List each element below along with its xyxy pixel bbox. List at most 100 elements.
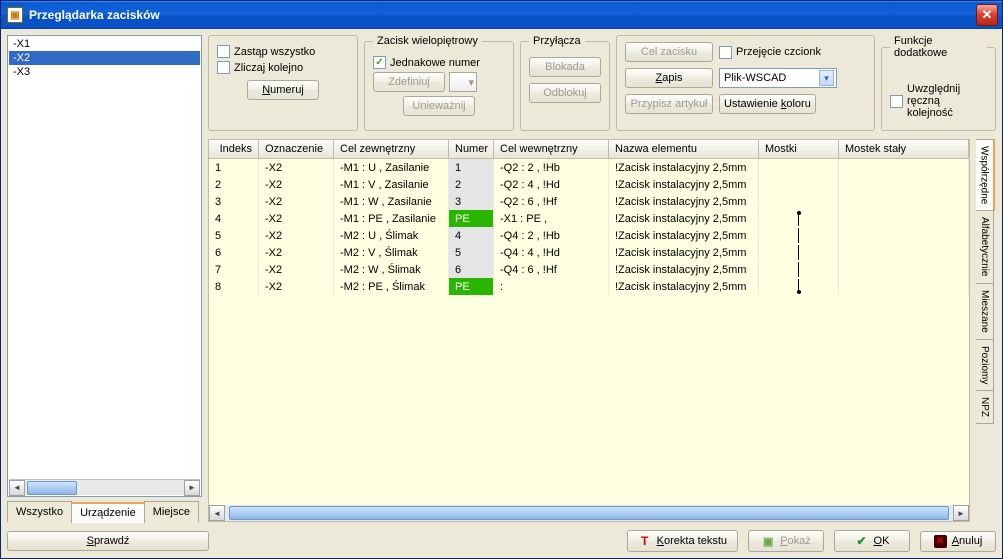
cell: !Zacisk instalacyjny 2,5mm xyxy=(609,193,759,210)
cell: -M2 : W , Ślimak xyxy=(334,261,449,278)
font-inherit-label: Przejęcie czcionk xyxy=(736,46,821,58)
cell xyxy=(839,159,969,176)
side-tab-0[interactable]: Współrzędne xyxy=(976,139,995,211)
table-row[interactable]: 3-X2-M1 : W , Zasilanie3-Q2 : 6 , !Hf!Za… xyxy=(209,193,969,210)
cancel-button[interactable]: ✕ Anuluj xyxy=(920,531,996,552)
column-header[interactable]: Mostek stały xyxy=(839,140,969,159)
file-format-select[interactable]: Plik-WSCAD ▾ xyxy=(719,68,837,88)
column-header[interactable]: Cel wewnętrzny xyxy=(494,140,609,159)
replace-all-label: Zastąp wszystko xyxy=(234,46,315,58)
same-numbers-checkbox[interactable]: ✓Jednakowe numer xyxy=(373,56,505,69)
show-button[interactable]: ▣ Pokaż xyxy=(748,530,824,552)
column-header[interactable]: Mostki xyxy=(759,140,839,159)
cell: -Q4 : 4 , !Hd xyxy=(494,244,609,261)
cell: 6 xyxy=(449,261,494,278)
color-settings-button[interactable]: Ustawienie koloru xyxy=(719,94,816,114)
cell: 3 xyxy=(449,193,494,210)
column-header[interactable]: Nazwa elementu xyxy=(609,140,759,159)
table-row[interactable]: 2-X2-M1 : V , Zasilanie2-Q2 : 4 , !Hd!Za… xyxy=(209,176,969,193)
table-row[interactable]: 6-X2-M2 : V , Ślimak5-Q4 : 4 , !Hd!Zacis… xyxy=(209,244,969,261)
cell xyxy=(839,244,969,261)
cell: -M1 : U , Zasilanie xyxy=(334,159,449,176)
side-tab-3[interactable]: Poziomy xyxy=(976,339,994,391)
cell: 7 xyxy=(209,261,259,278)
text-correction-button[interactable]: T Korekta tekstu xyxy=(627,530,738,552)
column-header[interactable]: Cel zewnętrzny xyxy=(334,140,449,159)
side-tab-2[interactable]: Mieszane xyxy=(976,283,994,340)
column-header[interactable]: Indeks xyxy=(209,140,259,159)
scroll-left-icon[interactable]: ◄ xyxy=(209,505,225,521)
jumper-cell xyxy=(759,278,839,295)
cell: 1 xyxy=(449,159,494,176)
table-row[interactable]: 7-X2-M2 : W , Ślimak6-Q4 : 6 , !Hf!Zacis… xyxy=(209,261,969,278)
text-icon: T xyxy=(638,534,652,548)
cell: -Q4 : 2 , !Hb xyxy=(494,227,609,244)
cell: -X1 : PE , xyxy=(494,210,609,227)
cell: -M1 : W , Zasilanie xyxy=(334,193,449,210)
block-button[interactable]: Blokada xyxy=(529,57,601,77)
connections-legend: Przyłącza xyxy=(529,35,585,47)
table-row[interactable]: 4-X2-M1 : PE , ZasilaniePE-X1 : PE ,!Zac… xyxy=(209,210,969,227)
font-inherit-checkbox[interactable]: Przejęcie czcionk xyxy=(719,46,821,59)
terminal-list[interactable]: -X1-X2-X3 ◄ ► xyxy=(7,35,202,497)
replace-all-checkbox[interactable]: Zastąp wszystko xyxy=(217,45,349,58)
manual-order-checkbox[interactable]: Uwzględnij ręczną kolejność xyxy=(890,83,987,119)
cell: -M2 : PE , Ślimak xyxy=(334,278,449,295)
cell: -M2 : U , Ślimak xyxy=(334,227,449,244)
assign-article-button[interactable]: Przypisz artykuł xyxy=(625,94,713,114)
extra-functions-legend: Funkcje dodatkowe xyxy=(890,35,987,59)
scroll-left-icon[interactable]: ◄ xyxy=(9,480,25,496)
table-row[interactable]: 1-X2-M1 : U , Zasilanie1-Q2 : 2 , !Hb!Za… xyxy=(209,159,969,176)
cell: -X2 xyxy=(259,261,334,278)
extra-functions-group: Funkcje dodatkowe Uwzględnij ręczną kole… xyxy=(881,35,996,131)
cell: -Q4 : 6 , !Hf xyxy=(494,261,609,278)
column-header[interactable]: Numer xyxy=(449,140,494,159)
jumper-cell xyxy=(759,227,839,244)
terminal-table[interactable]: IndeksOznaczenieCel zewnętrznyNumerCel w… xyxy=(208,139,970,522)
unblock-button[interactable]: Odblokuj xyxy=(529,83,601,103)
connections-group: Przyłącza Blokada Odblokuj xyxy=(520,35,610,131)
cell: 4 xyxy=(449,227,494,244)
cell: 5 xyxy=(449,244,494,261)
list-item[interactable]: -X1 xyxy=(9,37,200,51)
cell: !Zacisk instalacyjny 2,5mm xyxy=(609,159,759,176)
cell xyxy=(839,227,969,244)
tab-urządzenie[interactable]: Urządzenie xyxy=(71,502,145,523)
close-button[interactable]: ✕ xyxy=(976,4,998,26)
table-horizontal-scrollbar[interactable]: ◄ ► xyxy=(209,505,969,521)
scroll-right-icon[interactable]: ► xyxy=(953,505,969,521)
invalidate-button[interactable]: Unieważnij xyxy=(403,96,475,116)
cell: -X2 xyxy=(259,210,334,227)
terminal-goal-button[interactable]: Cel zacisku xyxy=(625,42,713,62)
scroll-thumb[interactable] xyxy=(27,481,77,495)
main-options-group: Cel zacisku Przejęcie czcionk Zapis Plik… xyxy=(616,35,875,131)
cell xyxy=(839,261,969,278)
scroll-right-icon[interactable]: ► xyxy=(184,480,200,496)
jumper-cell xyxy=(759,244,839,261)
jumper-cell xyxy=(759,210,839,227)
column-header[interactable]: Oznaczenie xyxy=(259,140,334,159)
cell: !Zacisk instalacyjny 2,5mm xyxy=(609,244,759,261)
ok-button[interactable]: ✔ OK xyxy=(834,530,910,552)
level-dropdown[interactable]: ▾ xyxy=(449,72,477,92)
scroll-thumb[interactable] xyxy=(229,506,949,520)
cell: -M2 : V , Ślimak xyxy=(334,244,449,261)
save-button[interactable]: Zapis xyxy=(625,68,713,88)
count-next-checkbox[interactable]: Zliczaj kolejno xyxy=(217,61,349,74)
tab-wszystko[interactable]: Wszystko xyxy=(7,501,72,522)
check-button[interactable]: Sprawdź xyxy=(7,531,209,551)
tab-miejsce[interactable]: Miejsce xyxy=(144,501,199,522)
cell: -M1 : PE , Zasilanie xyxy=(334,210,449,227)
cell: !Zacisk instalacyjny 2,5mm xyxy=(609,261,759,278)
cell: 2 xyxy=(209,176,259,193)
side-tab-4[interactable]: NPZ xyxy=(976,390,994,424)
list-item[interactable]: -X2 xyxy=(9,51,200,65)
table-row[interactable]: 8-X2-M2 : PE , ŚlimakPE:!Zacisk instalac… xyxy=(209,278,969,295)
side-tab-1[interactable]: Alfabetycznie xyxy=(976,210,994,283)
number-button[interactable]: Numeruj xyxy=(247,80,319,100)
list-horizontal-scrollbar[interactable]: ◄ ► xyxy=(9,479,200,495)
same-numbers-label: Jednakowe numer xyxy=(390,57,480,69)
define-button[interactable]: Zdefiniuj xyxy=(373,72,445,92)
list-item[interactable]: -X3 xyxy=(9,65,200,79)
table-row[interactable]: 5-X2-M2 : U , Ślimak4-Q4 : 2 , !Hb!Zacis… xyxy=(209,227,969,244)
